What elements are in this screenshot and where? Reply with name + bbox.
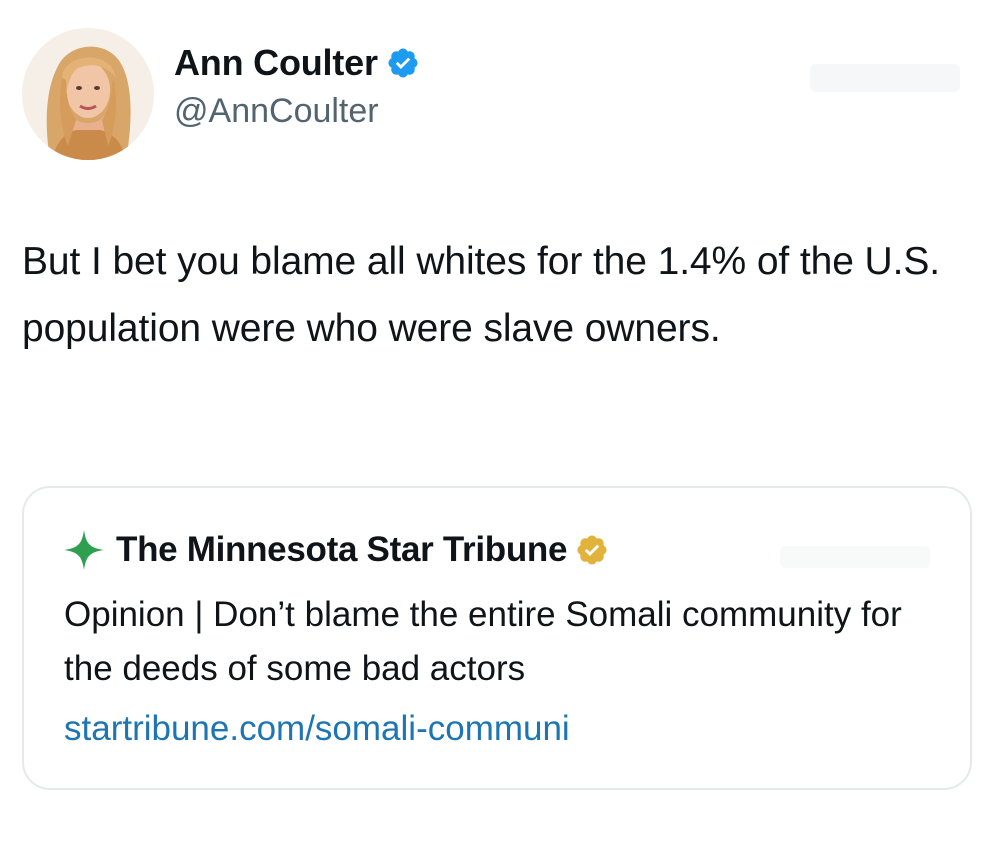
tweet-card: Ann Coulter @AnnCoulter But I bet you bl…	[0, 0, 1000, 858]
faded-date-placeholder	[780, 546, 930, 568]
avatar[interactable]	[22, 28, 154, 160]
faded-logo-icon	[810, 64, 960, 92]
tweet-text: But I bet you blame all whites for the 1…	[22, 240, 940, 350]
author-identity: Ann Coulter @AnnCoulter	[174, 41, 420, 133]
verified-badge-icon[interactable]	[386, 46, 420, 80]
name-row: Ann Coulter	[174, 41, 420, 85]
quoted-text: Opinion | Don’t blame the entire Somali …	[64, 595, 902, 688]
author-name[interactable]: Ann Coulter	[174, 41, 378, 85]
green-star-icon	[62, 528, 106, 572]
author-handle[interactable]: @AnnCoulter	[174, 89, 420, 133]
quoted-link[interactable]: startribune.com/somali-communi	[64, 702, 570, 756]
quoted-header: The Minnesota Star Tribune	[62, 528, 609, 572]
quoted-post-card[interactable]: The Minnesota Star Tribune Opinion | Don…	[22, 486, 972, 790]
quoted-source-name[interactable]: The Minnesota Star Tribune	[116, 530, 567, 570]
tweet-header: Ann Coulter @AnnCoulter	[22, 28, 420, 160]
gold-verified-badge-icon[interactable]	[575, 533, 609, 567]
